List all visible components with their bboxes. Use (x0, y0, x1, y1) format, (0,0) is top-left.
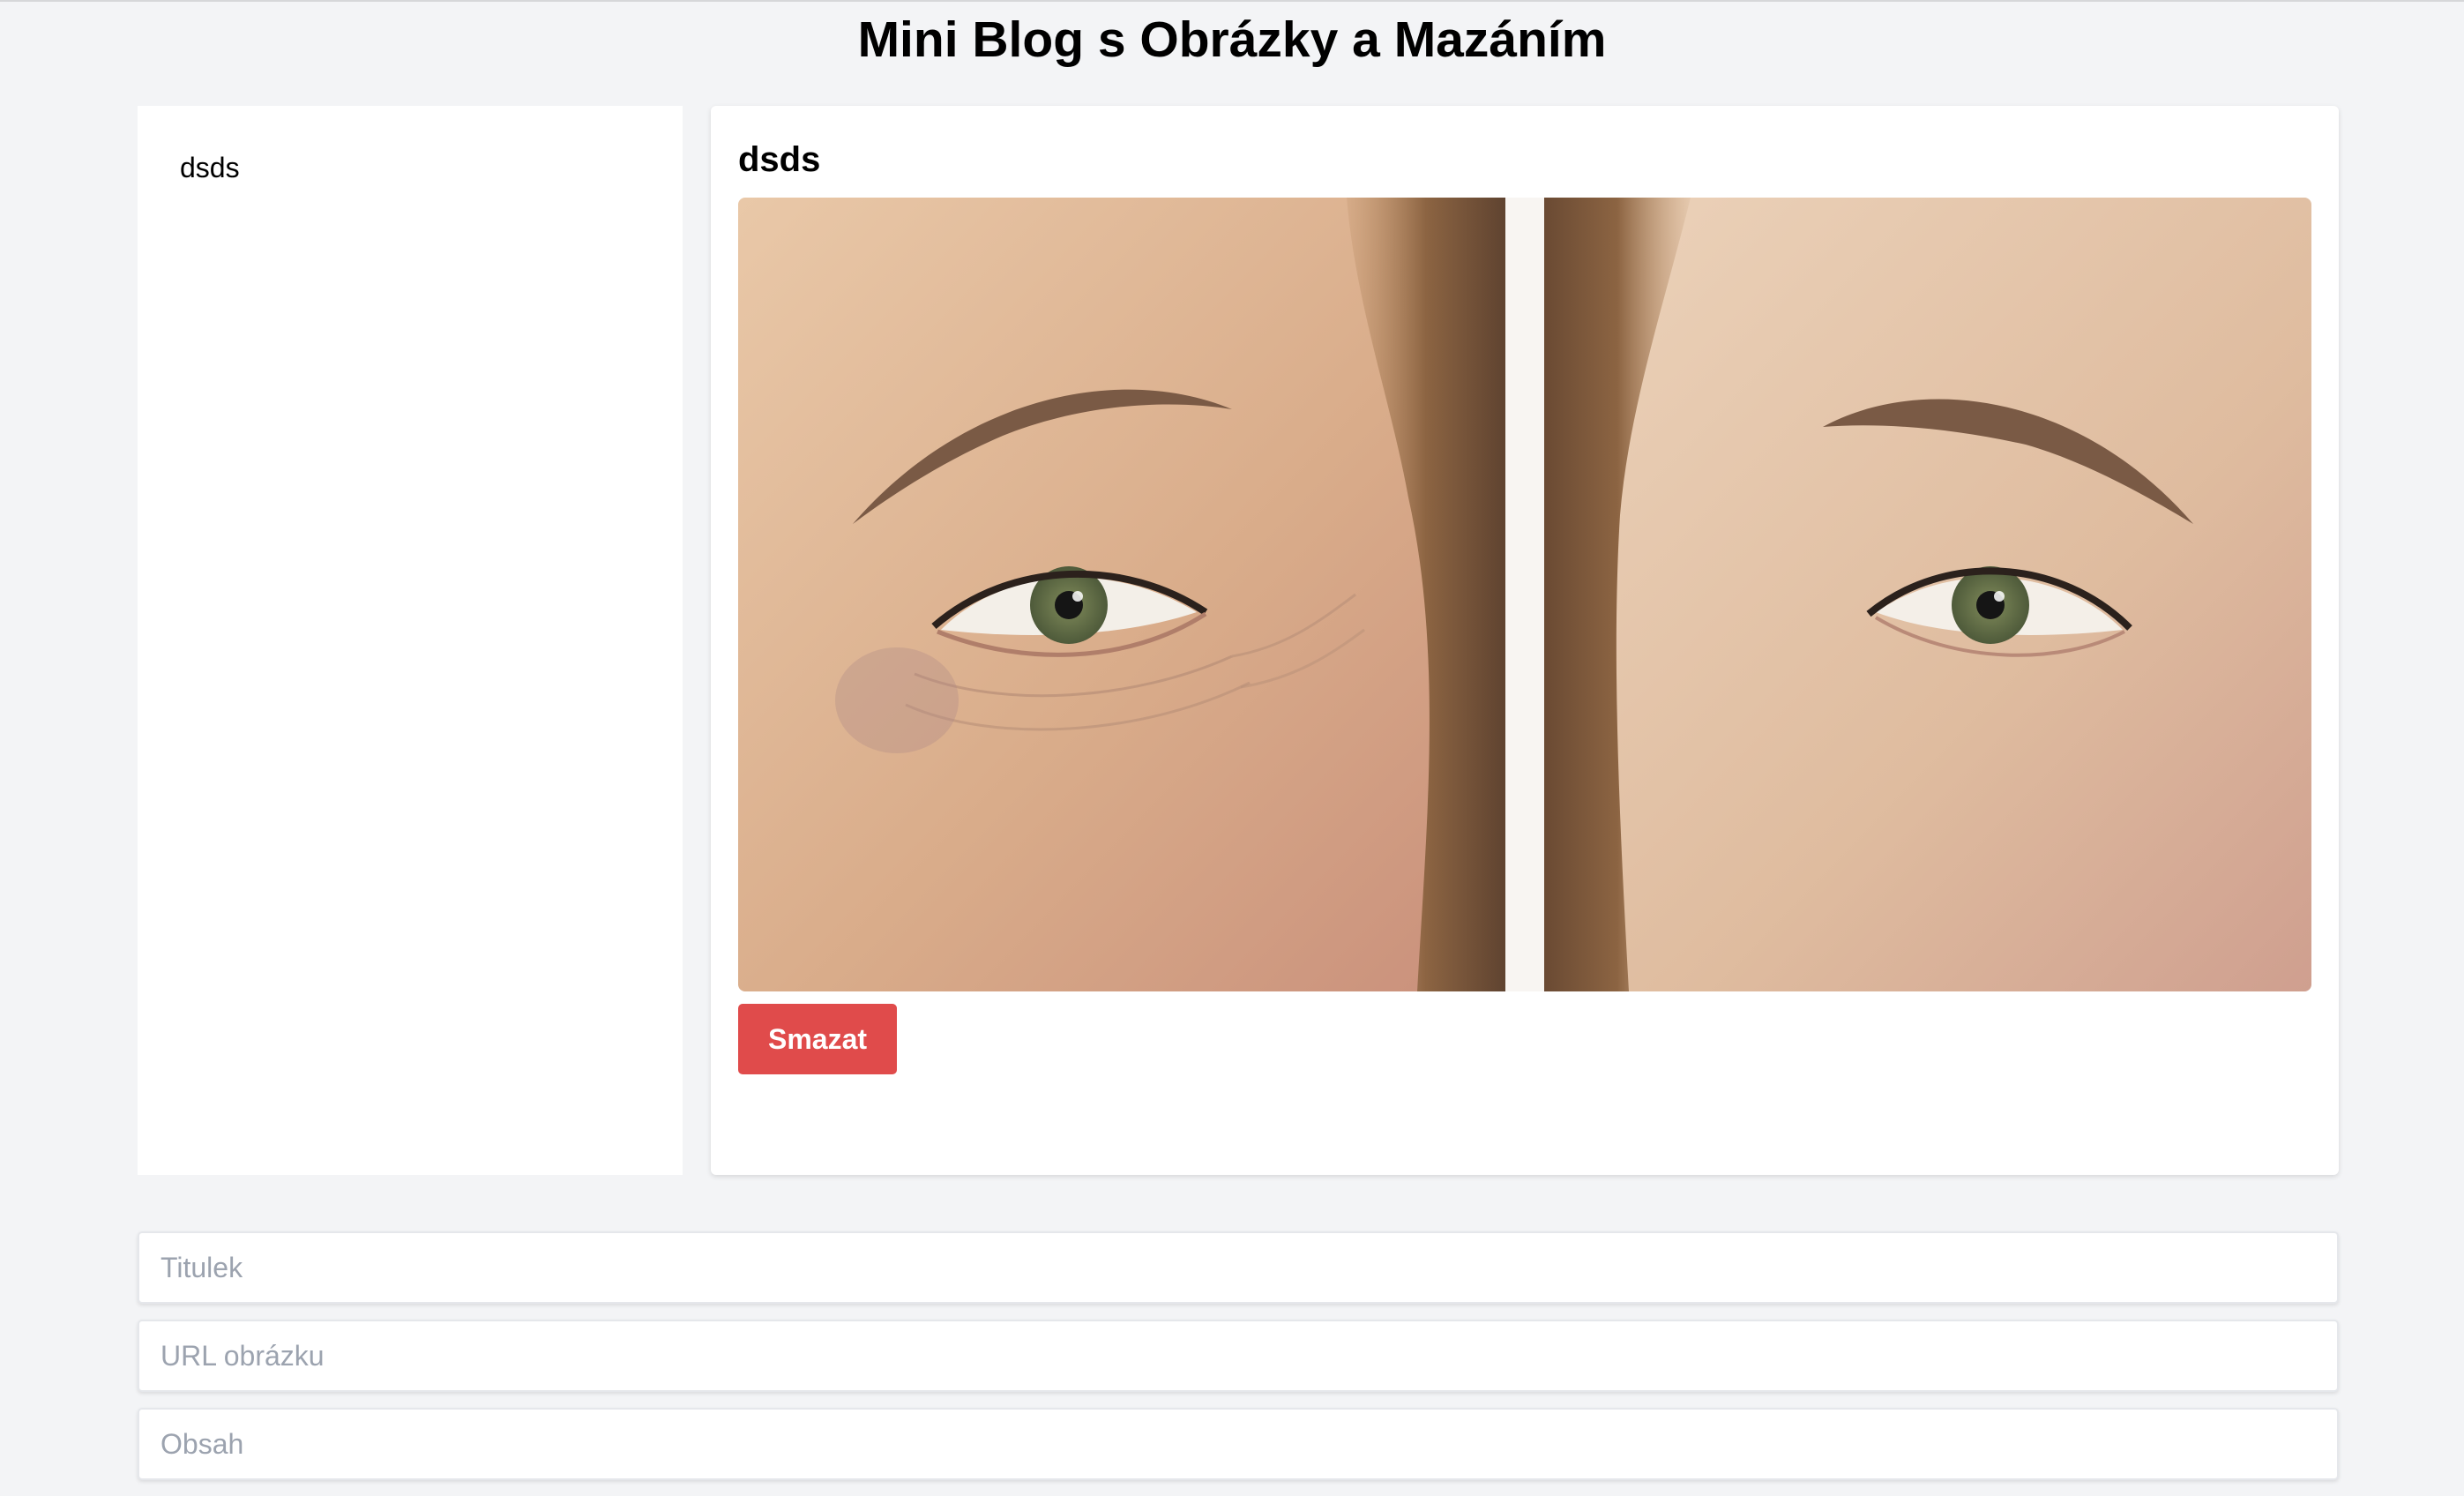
delete-button[interactable]: Smazat (738, 1004, 897, 1074)
title-input[interactable] (138, 1231, 2339, 1304)
post-card: dsds Smazat (711, 106, 2339, 1175)
sidebar: dsds (138, 106, 683, 1175)
post-title: dsds (738, 140, 821, 179)
new-post-form (138, 1231, 2339, 1496)
page-title: Mini Blog s Obrázky a Mazáním (857, 11, 1607, 68)
post-image (738, 198, 2311, 991)
image-url-input[interactable] (138, 1320, 2339, 1392)
content-input[interactable] (138, 1408, 2339, 1480)
sidebar-item-post[interactable]: dsds (180, 150, 683, 185)
